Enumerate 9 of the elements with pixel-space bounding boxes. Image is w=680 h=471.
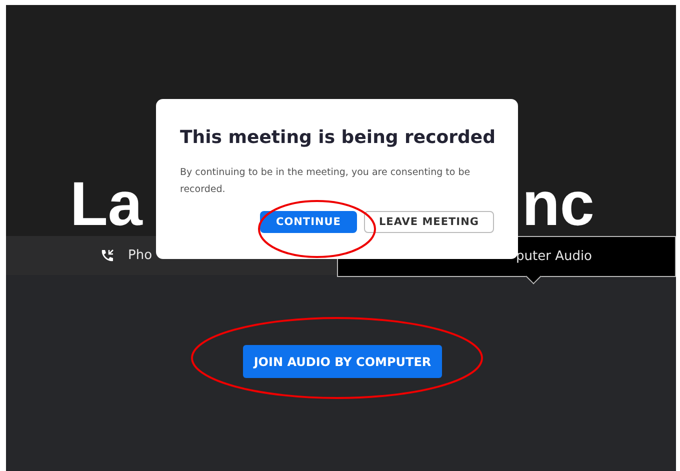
leave-meeting-button[interactable]: LEAVE MEETING [364, 211, 494, 233]
audio-tab[interactable]: Pho [6, 236, 337, 275]
dialog-title: This meeting is being recorded [180, 127, 494, 148]
dialog-message: By continuing to be in the meeting, you are consenting to be recorded. [180, 166, 472, 197]
meeting-title: La [70, 174, 142, 236]
meeting-title: nc [522, 174, 594, 236]
phone-icon [100, 248, 114, 262]
join-audio-button[interactable]: JOIN AUDIO BY COMPUTER [242, 345, 442, 378]
continue-button[interactable]: CONTINUE [260, 211, 357, 233]
